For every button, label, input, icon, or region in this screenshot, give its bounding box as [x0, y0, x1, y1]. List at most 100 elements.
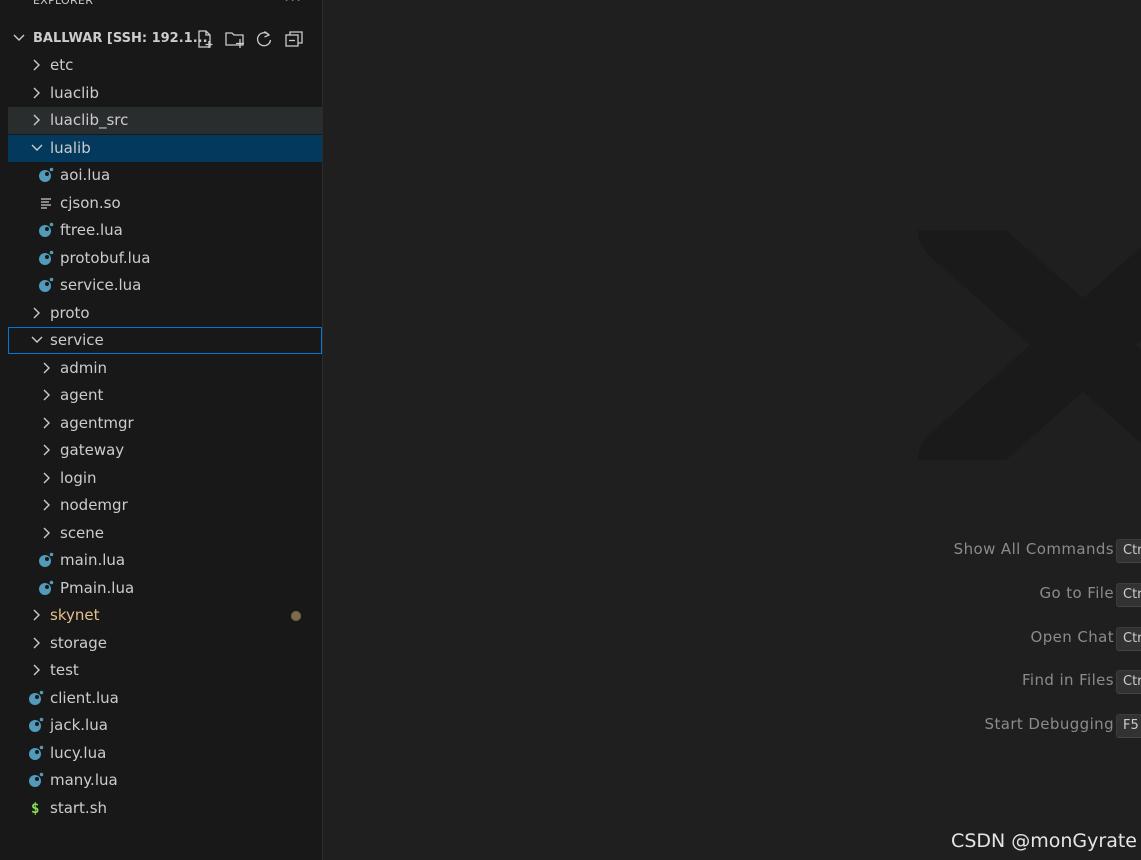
file-row-main-lua[interactable]: main.lua [8, 547, 322, 574]
file-row-service-lua[interactable]: service.lua [8, 272, 322, 299]
file-row-lucy-lua[interactable]: lucy.lua [8, 740, 322, 767]
refresh-icon[interactable] [253, 28, 275, 50]
folder-row-lualib[interactable]: lualib [8, 134, 322, 162]
file-row-start-sh[interactable]: $ start.sh [8, 795, 322, 822]
keybinding: Ctr [1116, 626, 1141, 651]
keybinding: F5 [1116, 714, 1141, 739]
keybinding: Ctr [1116, 670, 1141, 695]
tree-item-label: main.lua [60, 551, 126, 569]
tree-item-label: luaclib [50, 83, 99, 102]
welcome-command-start-debugging[interactable]: Start Debugging F5 [823, 714, 1141, 739]
chevron-right-icon[interactable] [40, 416, 54, 430]
svg-text:$: $ [31, 801, 39, 816]
lua-file-icon [39, 222, 54, 237]
chevron-right-icon[interactable] [30, 306, 44, 320]
folder-row-scene[interactable]: scene [8, 520, 322, 547]
folder-row-luaclib-src[interactable]: luaclib_src [8, 107, 322, 134]
welcome-command-show-all-commands[interactable]: Show All Commands Ctr [823, 539, 1141, 563]
folder-row-login[interactable]: login [8, 465, 322, 492]
tree-item-label: nodemgr [60, 496, 128, 514]
chevron-down-icon[interactable] [30, 141, 44, 155]
folder-row-service[interactable]: service [8, 327, 322, 354]
text-file-icon [41, 197, 51, 209]
folder-row-storage[interactable]: storage [8, 630, 322, 657]
chevron-right-icon[interactable] [40, 388, 54, 402]
file-row-protobuf-lua[interactable]: protobuf.lua [8, 245, 322, 272]
tree-item-label: start.sh [50, 798, 108, 817]
chevron-right-icon[interactable] [40, 471, 54, 485]
file-row-jack-lua[interactable]: jack.lua [8, 712, 322, 739]
folder-row-agent[interactable]: agent [8, 382, 322, 409]
chevron-right-icon[interactable] [30, 663, 44, 677]
modified-indicator [291, 611, 301, 621]
welcome-command-go-to-file[interactable]: Go to File Ctr [823, 582, 1141, 607]
tree-item-label: jack.lua [50, 716, 108, 734]
new-folder-icon[interactable] [224, 28, 246, 50]
welcome-command-find-in-files[interactable]: Find in Files Ctr [823, 670, 1141, 695]
chevron-right-icon[interactable] [30, 58, 44, 72]
keybinding: Ctr [1116, 582, 1141, 607]
folder-row-skynet[interactable]: skynet [8, 602, 322, 629]
folder-row-gateway[interactable]: gateway [8, 437, 322, 464]
folder-row-agentmgr[interactable]: agentmgr [8, 410, 322, 437]
chevron-down-icon[interactable] [12, 31, 26, 45]
file-row-cjson-so[interactable]: cjson.so [8, 190, 322, 217]
lua-file-icon [39, 167, 54, 182]
chevron-right-icon[interactable] [40, 443, 54, 457]
tree-item-label: many.lua [50, 771, 118, 789]
tree-item-label: storage [50, 633, 107, 652]
workspace-root-title: BALLWAR [SSH: 192.1... [33, 31, 208, 46]
tree-item-label: test [50, 661, 79, 679]
chevron-right-icon[interactable] [30, 636, 44, 650]
tree-item-label: aoi.lua [60, 166, 111, 184]
tree-item-label: agentmgr [60, 413, 134, 432]
keybinding: Ctr [1116, 539, 1141, 563]
command-label: Show All Commands [953, 540, 1114, 558]
collapse-all-icon[interactable] [283, 28, 305, 50]
lua-file-icon [39, 250, 54, 265]
tree-item-label: cjson.so [60, 193, 121, 212]
tree-item-label: client.lua [50, 688, 119, 707]
welcome-command-open-chat[interactable]: Open Chat Ctr [823, 626, 1141, 651]
tree-item-label: login [60, 468, 97, 487]
chevron-right-icon[interactable] [40, 361, 54, 375]
shell-file-icon: $ [31, 801, 39, 816]
file-row-pmain-lua[interactable]: Pmain.lua [8, 575, 322, 602]
tree-item-label: etc [50, 56, 74, 74]
chevron-right-icon[interactable] [40, 526, 54, 540]
chevron-right-icon[interactable] [30, 113, 44, 127]
tree-item-label: protobuf.lua [60, 248, 151, 267]
folder-row-nodemgr[interactable]: nodemgr [8, 492, 322, 519]
folder-row-luaclib[interactable]: luaclib [8, 80, 322, 107]
chevron-down-icon[interactable] [30, 333, 44, 347]
chevron-right-icon[interactable] [40, 498, 54, 512]
file-row-aoi-lua[interactable]: aoi.lua [8, 162, 322, 189]
folder-row-admin[interactable]: admin [8, 355, 322, 382]
file-row-client-lua[interactable]: client.lua [8, 685, 322, 712]
explorer-sidebar: EXPLORER ··· BALLWAR [SSH: 192.1... etc l… [0, 0, 323, 860]
folder-row-etc[interactable]: etc [8, 52, 322, 79]
chevron-right-icon[interactable] [30, 86, 44, 100]
explorer-title: EXPLORER [33, 0, 94, 7]
file-row-many-lua[interactable]: many.lua [8, 767, 322, 794]
chevron-right-icon[interactable] [30, 608, 44, 622]
lua-file-icon [29, 745, 44, 760]
more-actions-icon[interactable]: ··· [284, 0, 304, 8]
lua-file-icon [39, 552, 54, 567]
folder-row-proto[interactable]: proto [8, 300, 322, 327]
file-row-ftree-lua[interactable]: ftree.lua [8, 217, 322, 244]
lua-file-icon [29, 690, 44, 705]
new-file-icon[interactable] [194, 28, 216, 50]
command-label: Go to File [1039, 583, 1114, 602]
tree-item-label: agent [60, 386, 104, 404]
folder-row-test[interactable]: test [8, 657, 322, 684]
tree-item-label: skynet [50, 606, 100, 624]
tree-item-label: admin [60, 358, 107, 377]
tree-item-label: lucy.lua [50, 743, 107, 762]
lua-file-icon [29, 717, 44, 732]
command-label: Find in Files [1021, 671, 1114, 690]
workspace-root-header[interactable]: BALLWAR [SSH: 192.1... [8, 25, 322, 52]
editor-area: Show All Commands Ctr Go to File Ctr Open Ch… [323, 0, 1141, 860]
tree-item-label: ftree.lua [60, 221, 123, 239]
vscode-logo-watermark [918, 230, 1141, 460]
